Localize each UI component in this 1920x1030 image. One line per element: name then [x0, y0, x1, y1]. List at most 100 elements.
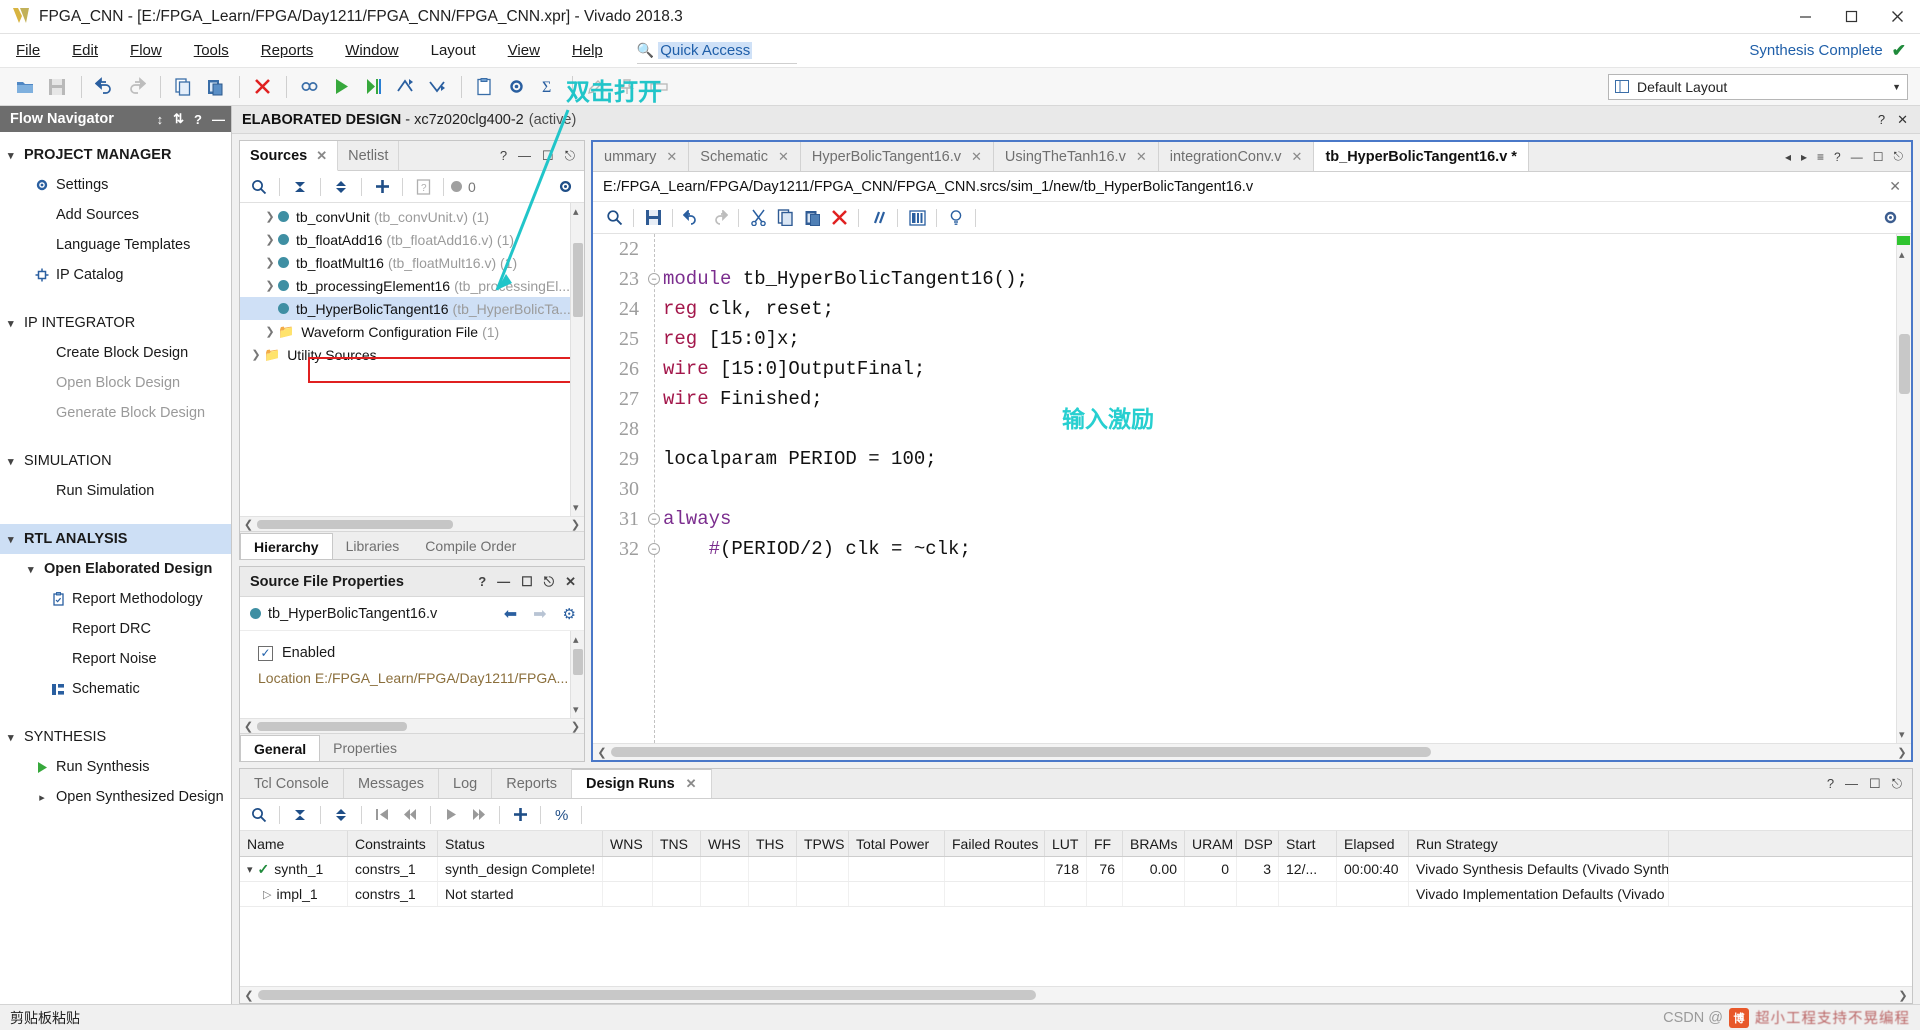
- scrollbar-thumb[interactable]: [573, 649, 583, 675]
- open-project-icon[interactable]: [10, 72, 40, 102]
- flow-group-synthesis[interactable]: ▾ SYNTHESIS: [0, 722, 231, 752]
- add-sources-icon[interactable]: [369, 174, 395, 200]
- scroll-down-icon[interactable]: ▾: [573, 501, 579, 514]
- sidebar-item-settings[interactable]: Settings: [0, 170, 231, 200]
- sidebar-item-ip-catalog[interactable]: IP Catalog: [0, 260, 231, 290]
- close-icon[interactable]: ✕: [1897, 112, 1908, 128]
- close-icon[interactable]: ✕: [778, 149, 789, 165]
- sources-tree[interactable]: ❯ tb_convUnit (tb_convUnit.v) (1) ❯ tb_f…: [240, 203, 584, 516]
- close-icon[interactable]: ✕: [565, 574, 576, 590]
- tab-libraries[interactable]: Libraries: [333, 532, 413, 559]
- sidebar-item-report-drc[interactable]: Report DRC: [0, 614, 231, 644]
- tab-compile-order[interactable]: Compile Order: [412, 532, 529, 559]
- cut-icon[interactable]: [745, 205, 771, 231]
- undo-icon[interactable]: [679, 205, 705, 231]
- chevron-right-icon[interactable]: ❯: [262, 325, 278, 338]
- paste-icon[interactable]: [799, 205, 825, 231]
- maximize-icon[interactable]: ☐: [521, 574, 533, 590]
- minimize-button[interactable]: [1782, 0, 1828, 34]
- sidebar-item-add-sources[interactable]: Add Sources: [0, 200, 231, 230]
- editor-hscrollbar[interactable]: ❮ ❯: [593, 743, 1911, 760]
- tree-item-tb-convunit[interactable]: ❯ tb_convUnit (tb_convUnit.v) (1): [240, 205, 584, 228]
- close-icon[interactable]: ✕: [686, 776, 697, 792]
- delete-icon[interactable]: [826, 205, 852, 231]
- code-content-area[interactable]: 22 23 24 25 26 27 28 29 30 31 32: [593, 234, 1911, 743]
- help-icon[interactable]: ?: [500, 148, 507, 163]
- cell-name[interactable]: ▾ ✓ synth_1: [240, 857, 348, 881]
- sidebar-item-run-synthesis[interactable]: Run Synthesis: [0, 752, 231, 782]
- tab-hierarchy[interactable]: Hierarchy: [240, 533, 333, 559]
- play-run-icon[interactable]: [438, 802, 464, 828]
- prev-tab-icon[interactable]: ◂: [1785, 150, 1791, 164]
- tree-item-waveform-configuration-file[interactable]: ❯ 📁 Waveform Configuration File (1): [240, 320, 584, 343]
- run-icon[interactable]: [326, 72, 356, 102]
- column-header-constraints[interactable]: Constraints: [348, 831, 438, 856]
- tree-item-tb-floatmult16[interactable]: ❯ tb_floatMult16 (tb_floatMult16.v) (1): [240, 251, 584, 274]
- flow-group-project-manager[interactable]: ▾ PROJECT MANAGER: [0, 140, 231, 170]
- tab-hyperbolictangent16-v[interactable]: HyperBolicTangent16.v ✕: [801, 142, 994, 171]
- tab-messages[interactable]: Messages: [344, 769, 439, 798]
- fold-toggle-icon[interactable]: −: [648, 273, 660, 285]
- save-file-icon[interactable]: [640, 205, 666, 231]
- tab-tcl-console[interactable]: Tcl Console: [240, 769, 344, 798]
- menu-file[interactable]: File: [0, 34, 56, 68]
- bulb-icon[interactable]: [943, 205, 969, 231]
- menu-edit[interactable]: Edit: [56, 34, 114, 68]
- column-header-dsp[interactable]: DSP: [1237, 831, 1279, 856]
- maximize-icon[interactable]: ☐: [1869, 776, 1881, 792]
- scroll-left-icon[interactable]: ❮: [595, 746, 609, 759]
- scroll-left-icon[interactable]: ❮: [242, 989, 256, 1002]
- fold-toggle-icon[interactable]: −: [648, 513, 660, 525]
- sidebar-item-report-methodology[interactable]: Report Methodology: [0, 584, 231, 614]
- column-header-name[interactable]: Name: [240, 831, 348, 856]
- close-icon[interactable]: ✕: [971, 149, 982, 165]
- properties-gear-icon[interactable]: ⚙: [563, 605, 576, 623]
- next-tab-icon[interactable]: ▸: [1801, 150, 1807, 164]
- minimize-icon[interactable]: —: [1845, 776, 1858, 791]
- run-sim-icon[interactable]: [358, 72, 388, 102]
- column-header-brams[interactable]: BRAMs: [1123, 831, 1185, 856]
- sidebar-item-report-noise[interactable]: Report Noise: [0, 644, 231, 674]
- maximize-button[interactable]: [1828, 0, 1874, 34]
- collapse-all-icon[interactable]: [287, 174, 313, 200]
- sidebar-item-run-simulation[interactable]: Run Simulation: [0, 476, 231, 506]
- sidebar-item-create-block-design[interactable]: Create Block Design: [0, 338, 231, 368]
- sidebar-item-schematic[interactable]: Schematic: [0, 674, 231, 704]
- implement-icon[interactable]: [390, 72, 420, 102]
- sources-tree-hscrollbar[interactable]: ❮ ❯: [240, 516, 584, 531]
- percent-icon[interactable]: %: [548, 802, 574, 828]
- sidebar-item-open-block-design[interactable]: Open Block Design: [0, 368, 231, 398]
- close-icon[interactable]: ✕: [1136, 149, 1147, 165]
- help-icon[interactable]: ?: [1878, 112, 1885, 128]
- tree-item-tb-processingelement16[interactable]: ❯ tb_processingElement16 (tb_processingE…: [240, 274, 584, 297]
- chevron-right-icon[interactable]: ❯: [262, 210, 278, 223]
- scrollbar-track[interactable]: [255, 520, 569, 529]
- scroll-up-icon[interactable]: ▴: [1899, 248, 1905, 261]
- tree-item-utility-sources[interactable]: ❯ 📁 Utility Sources: [240, 343, 584, 366]
- quick-access-input[interactable]: Quick Access: [658, 42, 752, 59]
- maximize-icon[interactable]: ☐: [542, 148, 554, 164]
- scrollbar-thumb[interactable]: [573, 243, 583, 317]
- tab-reports[interactable]: Reports: [492, 769, 572, 798]
- report-icon[interactable]: [469, 72, 499, 102]
- menu-window[interactable]: Window: [329, 34, 414, 68]
- paste-icon[interactable]: [200, 72, 230, 102]
- properties-hscrollbar[interactable]: ❮ ❯: [240, 718, 584, 733]
- scroll-left-icon[interactable]: ❮: [242, 518, 255, 531]
- copy-icon[interactable]: [168, 72, 198, 102]
- tab-integrationconv-v[interactable]: integrationConv.v ✕: [1159, 142, 1315, 171]
- editor-vscrollbar[interactable]: ▴ ▾: [1896, 234, 1911, 743]
- prev-run-icon[interactable]: [397, 802, 423, 828]
- close-icon[interactable]: ✕: [1889, 178, 1901, 195]
- delete-icon[interactable]: [247, 72, 277, 102]
- column-header-failed-routes[interactable]: Failed Routes: [945, 831, 1045, 856]
- table-row[interactable]: ▾ ✓ synth_1 constrs_1 synth_design Compl…: [240, 857, 1912, 882]
- settings-gear-icon[interactable]: [501, 72, 531, 102]
- float-icon[interactable]: ⎋: [1892, 776, 1902, 792]
- scroll-up-icon[interactable]: ▴: [573, 633, 579, 646]
- menu-tools[interactable]: Tools: [178, 34, 245, 68]
- tab-sources[interactable]: Sources ✕: [240, 141, 338, 171]
- scroll-right-icon[interactable]: ❯: [1896, 989, 1910, 1002]
- column-header-whs[interactable]: WHS: [701, 831, 749, 856]
- bitstream-icon[interactable]: [422, 72, 452, 102]
